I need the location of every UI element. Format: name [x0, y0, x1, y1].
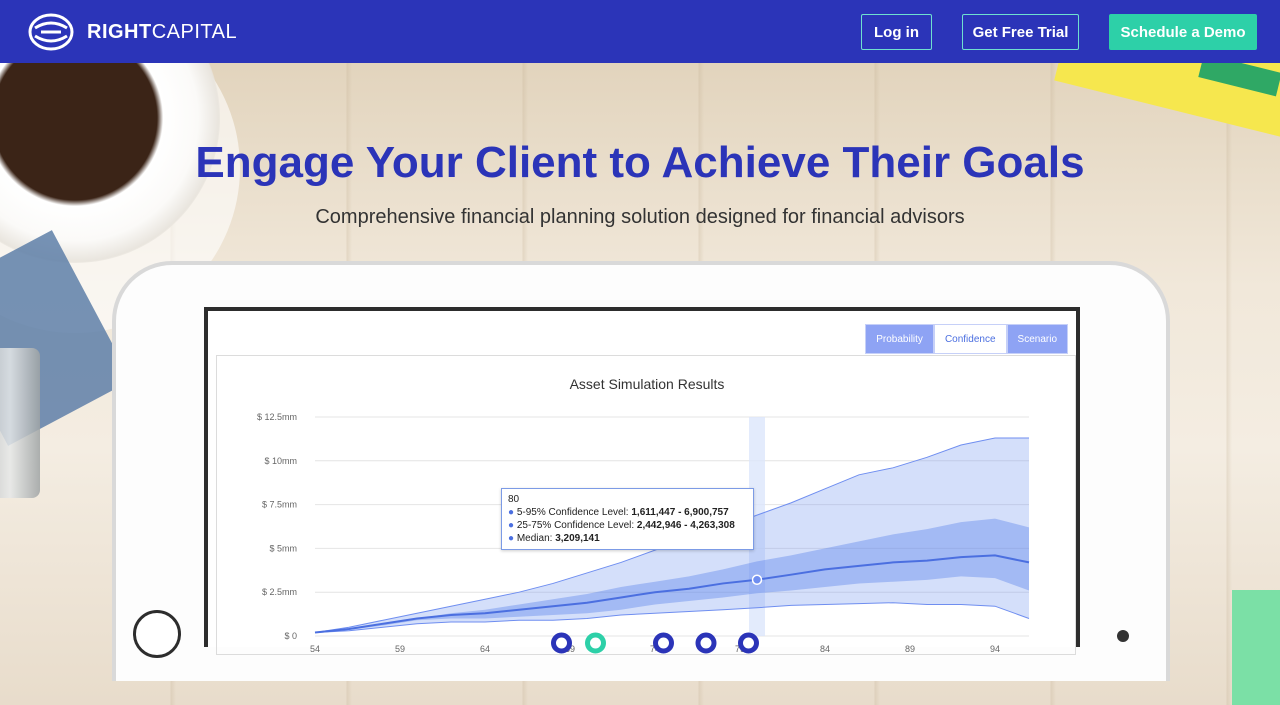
event-marker: [738, 632, 759, 654]
x-tick-label: 54: [310, 644, 320, 654]
top-navbar: RIGHTCAPITAL Log in Get Free Trial Sched…: [0, 0, 1280, 63]
tab-confidence[interactable]: Confidence: [933, 324, 1007, 354]
login-button[interactable]: Log in: [861, 14, 932, 50]
median-hover-point: [751, 574, 763, 586]
hero-title: Engage Your Client to Achieve Their Goal…: [195, 138, 1085, 187]
x-tick-label: 94: [990, 644, 1000, 654]
chart-panel: Asset Simulation Results $ 0 $ 2.5mm $ 5mm…: [216, 355, 1076, 655]
schedule-demo-button[interactable]: Schedule a Demo: [1109, 14, 1257, 50]
y-tick-label: $ 5mm: [269, 543, 297, 553]
tablet-home-button: [133, 610, 181, 658]
x-tick-label: 89: [905, 644, 915, 654]
tooltip-line-3: ● Median: 3,209,141: [508, 533, 600, 544]
brand-logo[interactable]: RIGHTCAPITAL: [27, 12, 237, 52]
tooltip-line-1: ● 5-95% Confidence Level: 1,611,447 - 6,…: [508, 507, 729, 518]
x-tick-label: 64: [480, 644, 490, 654]
logo-mark-icon: [28, 13, 74, 51]
glass-decoration: [0, 348, 40, 498]
free-trial-button[interactable]: Get Free Trial: [962, 14, 1079, 50]
x-tick-label: 59: [395, 644, 405, 654]
x-tick-label: 84: [820, 644, 830, 654]
event-marker: [551, 632, 572, 654]
chart-tabs: Probability Confidence Scenario: [865, 324, 1068, 354]
tab-probability[interactable]: Probability: [865, 324, 934, 354]
y-tick-label: $ 7.5mm: [262, 500, 297, 510]
hero-subtitle: Comprehensive financial planning solutio…: [315, 206, 965, 228]
y-tick-label: $ 10mm: [264, 456, 297, 466]
y-tick-label: $ 0: [284, 631, 297, 641]
event-marker: [653, 632, 674, 654]
tooltip-age: 80: [508, 494, 520, 505]
y-tick-label: $ 2.5mm: [262, 587, 297, 597]
chart-tooltip: 80 ● 5-95% Confidence Level: 1,611,447 -…: [501, 488, 754, 550]
green-card-decoration: [1232, 590, 1280, 705]
event-marker: [585, 632, 606, 654]
tooltip-line-2: ● 25-75% Confidence Level: 2,442,946 - 4…: [508, 520, 735, 531]
tablet-screen: Probability Confidence Scenario Asset Si…: [204, 307, 1080, 655]
tab-scenario[interactable]: Scenario: [1006, 324, 1068, 354]
event-marker: [695, 632, 717, 654]
tablet-camera: [1117, 630, 1129, 642]
brand-name: RIGHTCAPITAL: [87, 20, 238, 43]
y-tick-label: $ 12.5mm: [257, 412, 297, 422]
